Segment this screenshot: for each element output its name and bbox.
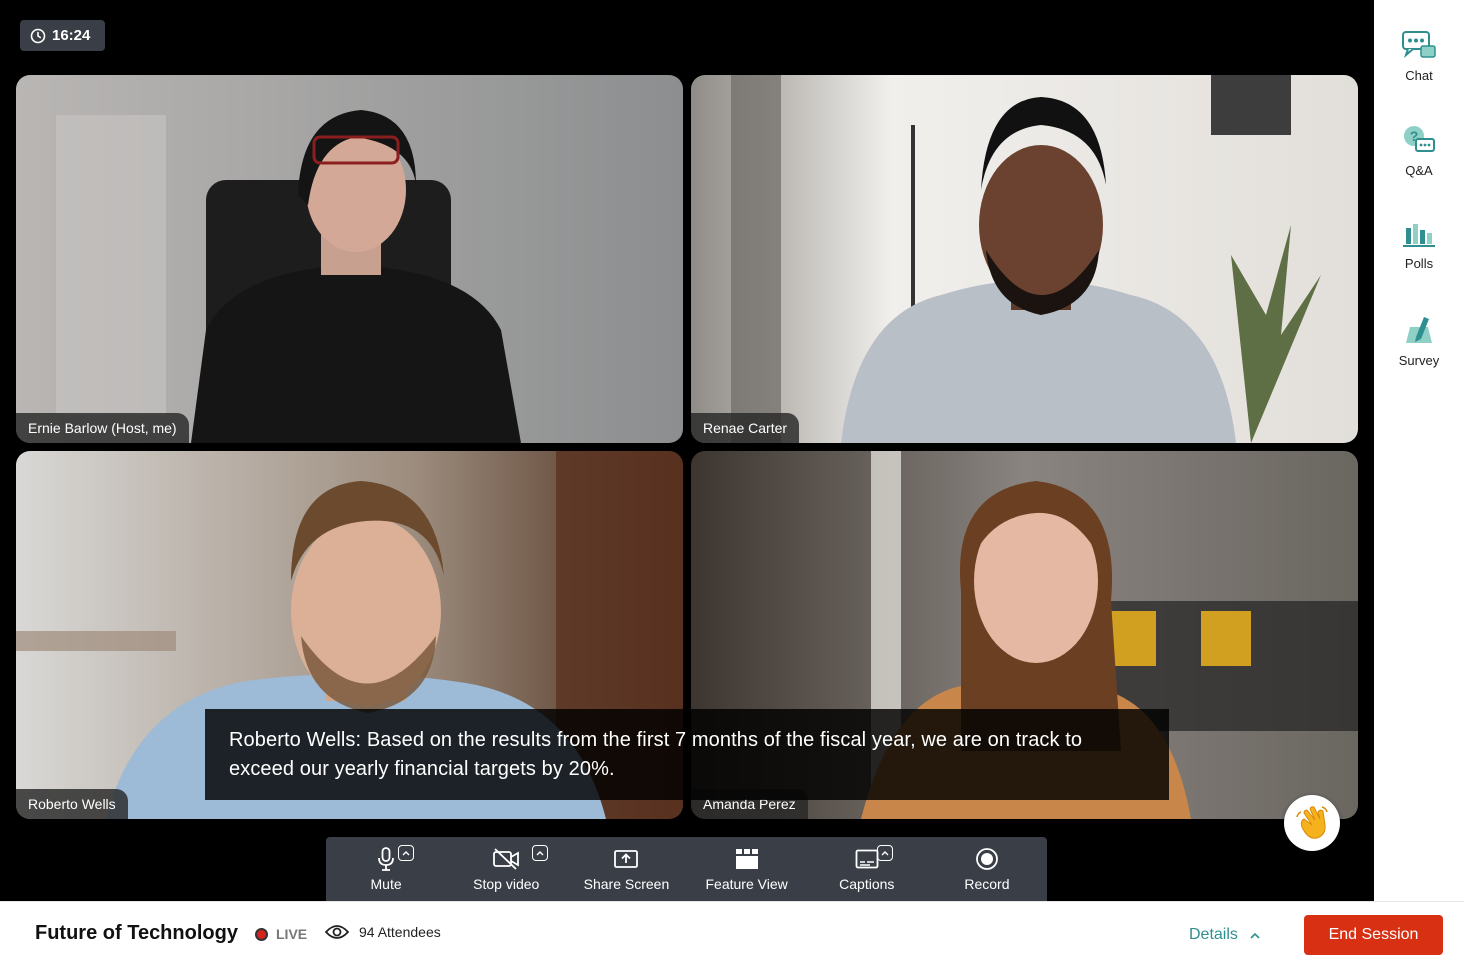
attendee-count-text: 94 Attendees [359, 924, 441, 940]
chevron-up-icon [881, 851, 889, 856]
chat-icon [1402, 31, 1436, 59]
sidebar-item-polls[interactable]: Polls [1374, 222, 1464, 271]
chat-label: Chat [1405, 68, 1433, 83]
share-screen-label: Share Screen [583, 876, 670, 892]
chevron-up-icon [1250, 932, 1260, 939]
clock-icon [30, 28, 46, 43]
live-dot-icon [255, 927, 268, 941]
eye-icon [325, 925, 349, 939]
participant-name-tag: Renae Carter [691, 413, 800, 443]
waving-hand-icon [1296, 806, 1328, 839]
attendee-count: 94 Attendees [325, 924, 441, 940]
feature-view-label: Feature View [705, 876, 788, 892]
captions-icon [855, 849, 879, 869]
video-tile-renae[interactable]: Renae Carter [691, 75, 1358, 443]
video-stage: 16:24 Ernie Barlow (Host, me) Renae Cart… [0, 0, 1374, 901]
microphone-icon [378, 847, 394, 871]
sidebar-item-qa[interactable]: ? Q&A [1374, 125, 1464, 178]
captions-button[interactable]: Captions [807, 837, 927, 901]
live-caption: Roberto Wells: Based on the results from… [205, 709, 1169, 800]
chevron-up-icon [402, 851, 410, 856]
mute-options-button[interactable] [398, 845, 414, 861]
participant-video [16, 75, 683, 443]
video-off-icon [493, 848, 520, 870]
survey-icon [1406, 317, 1432, 343]
qa-label: Q&A [1405, 163, 1433, 178]
live-label: LIVE [276, 926, 308, 942]
chevron-up-icon [536, 851, 544, 856]
stop-video-label: Stop video [473, 876, 540, 892]
session-title: Future of Technology [35, 922, 238, 944]
details-label: Details [1189, 926, 1238, 943]
end-session-button[interactable]: End Session [1304, 915, 1443, 955]
feature-view-button[interactable]: Feature View [687, 837, 807, 901]
timer-text: 16:24 [52, 27, 91, 44]
stop-video-button[interactable]: Stop video [446, 837, 566, 901]
video-options-button[interactable] [532, 845, 549, 861]
record-label: Record [964, 876, 1010, 892]
participant-name-tag: Ernie Barlow (Host, me) [16, 413, 189, 443]
record-icon [976, 848, 998, 870]
sidebar-item-chat[interactable]: Chat [1374, 30, 1464, 83]
polls-label: Polls [1404, 256, 1434, 271]
captions-label: Captions [839, 876, 895, 892]
meeting-toolbar: Mute Stop video Share Screen Feature Vie… [326, 837, 1047, 901]
raise-hand-button[interactable] [1284, 795, 1340, 851]
grid-view-icon [735, 849, 758, 869]
share-screen-icon [614, 850, 639, 868]
survey-label: Survey [1398, 353, 1440, 368]
live-indicator: LIVE [255, 926, 307, 942]
mute-button[interactable]: Mute [326, 837, 446, 901]
sidebar-item-survey[interactable]: Survey [1374, 313, 1464, 368]
captions-options-button[interactable] [876, 845, 893, 861]
record-button[interactable]: Record [927, 837, 1047, 901]
qa-icon: ? [1404, 126, 1435, 152]
right-sidebar: Chat ? Q&A Polls Survey [1374, 0, 1464, 901]
participant-name-tag: Roberto Wells [16, 789, 128, 819]
details-toggle[interactable]: Details [1189, 926, 1260, 944]
session-bar: Future of Technology LIVE 94 Attendees D… [0, 901, 1464, 968]
polls-icon [1403, 224, 1435, 247]
share-screen-button[interactable]: Share Screen [566, 837, 686, 901]
video-tile-ernie[interactable]: Ernie Barlow (Host, me) [16, 75, 683, 443]
session-timer: 16:24 [20, 20, 105, 51]
participant-video [691, 75, 1358, 443]
mute-label: Mute [370, 876, 402, 892]
